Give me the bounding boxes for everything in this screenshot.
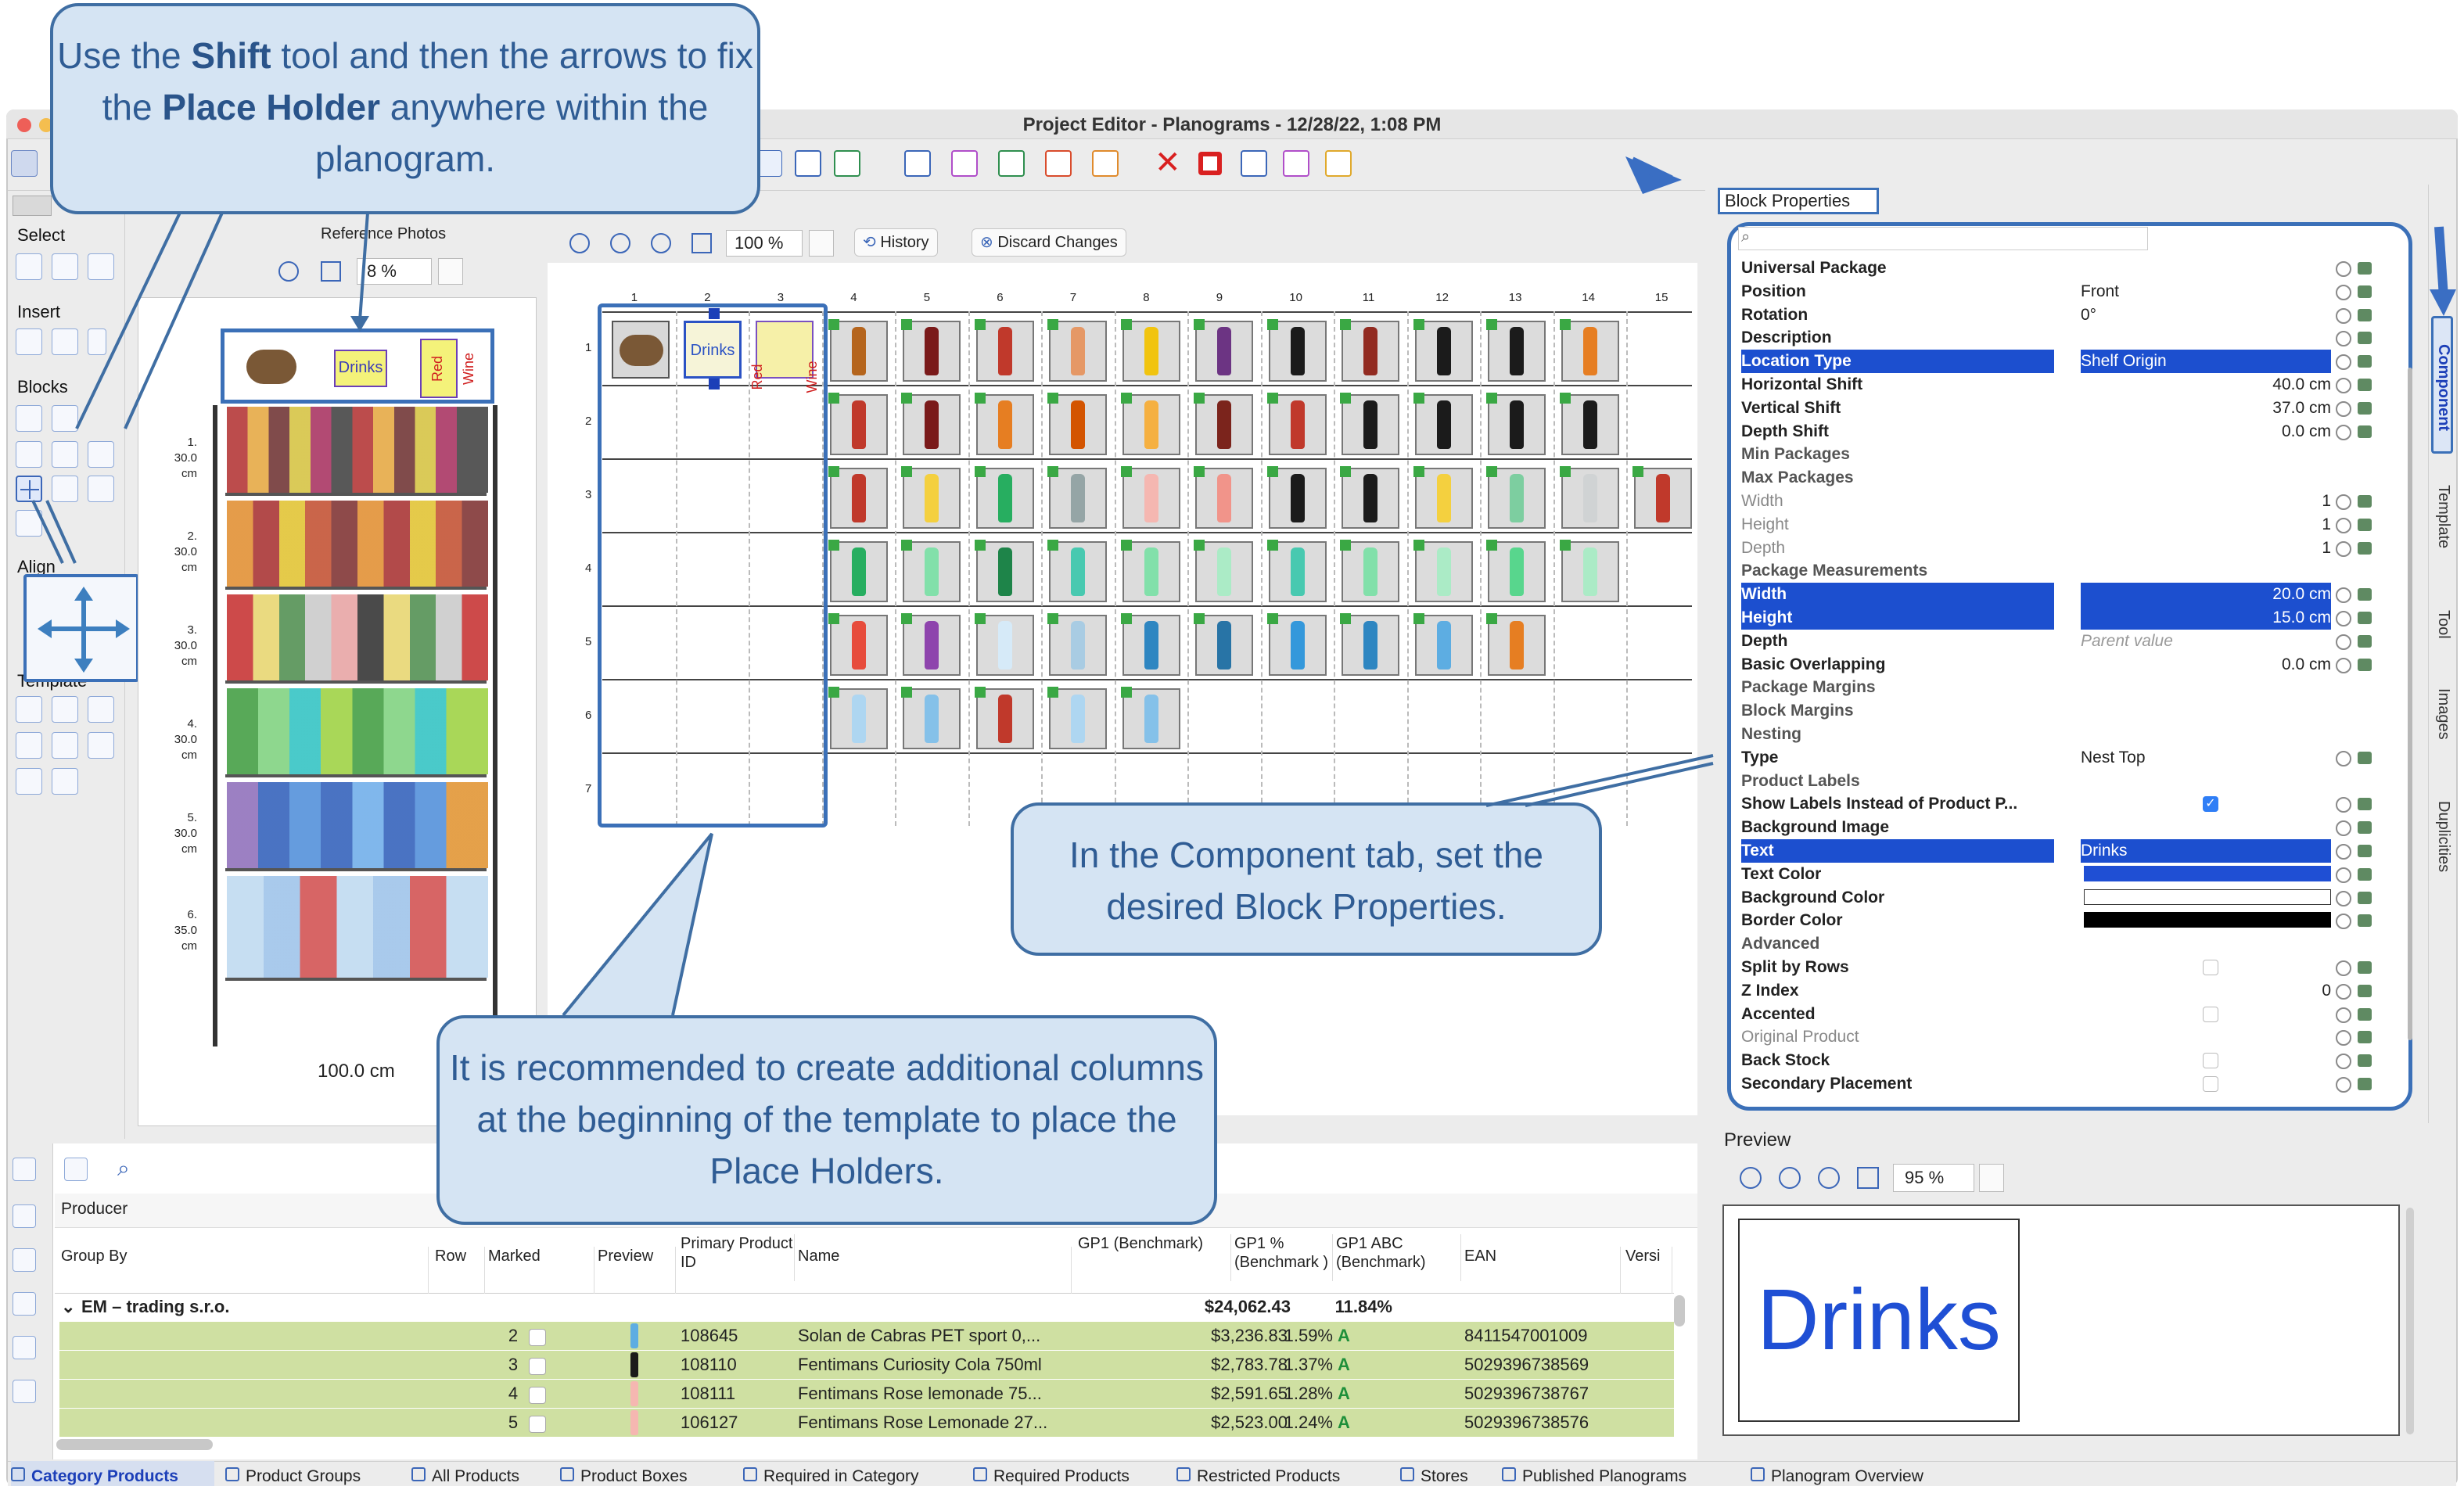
callout-connectors [31, 156, 2456, 1017]
